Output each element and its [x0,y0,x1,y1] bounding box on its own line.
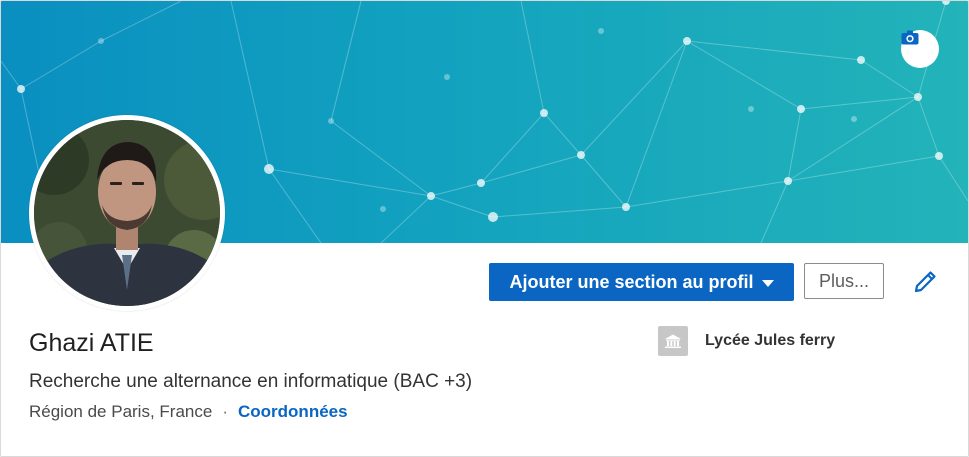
profile-location: Région de Paris, France [29,402,213,421]
camera-icon [901,30,919,45]
profile-name: Ghazi ATIE [29,329,154,357]
add-profile-section-label: Ajouter une section au profil [509,271,754,292]
more-button[interactable]: Plus... [804,263,884,299]
more-button-label: Plus... [818,270,870,291]
profile-photo-image [34,120,220,306]
pencil-icon [914,271,936,293]
separator-dot: · [222,402,228,421]
edit-profile-button[interactable] [907,264,943,300]
profile-photo[interactable] [29,115,225,311]
education-entry[interactable]: Lycée Jules ferry [658,326,835,356]
profile-card: Ajouter une section au profil Plus... Gh… [0,0,969,457]
school-name: Lycée Jules ferry [705,332,836,349]
school-building-icon [658,326,688,356]
contact-info-link[interactable]: Coordonnées [238,402,348,421]
caret-down-icon [761,279,774,287]
add-profile-section-button[interactable]: Ajouter une section au profil [489,263,794,301]
profile-headline: Recherche une alternance en informatique… [29,371,473,392]
profile-location-row: Région de Paris, France · Coordonnées [29,400,348,424]
edit-banner-button[interactable] [901,30,939,68]
